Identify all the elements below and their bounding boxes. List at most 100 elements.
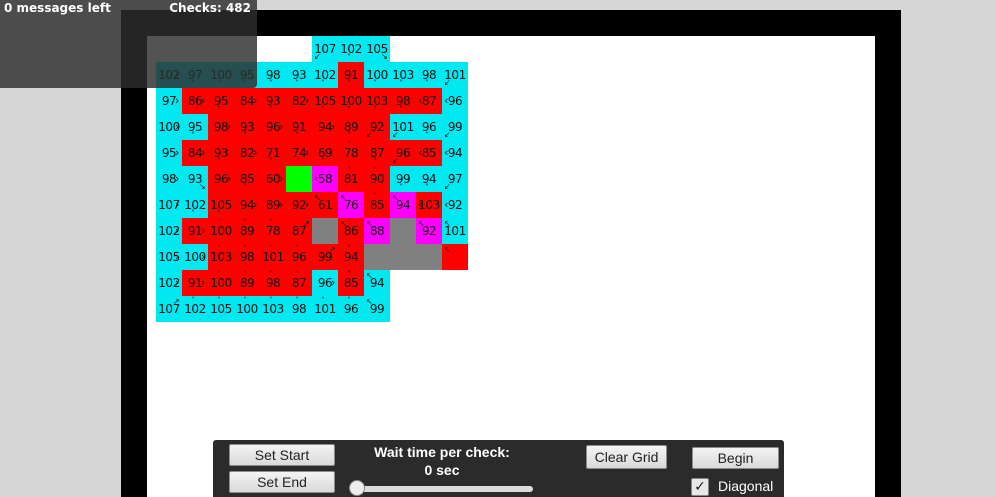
- grid-cell-open[interactable]: 100 ˄: [234, 296, 260, 322]
- grid-cell-closed[interactable]: 99 ↗: [312, 244, 338, 270]
- grid-cell-closed[interactable]: 96 ˄: [286, 244, 312, 270]
- grid-cell-closed[interactable]: 105 ˅: [312, 88, 338, 114]
- grid-cell-wall[interactable]: [416, 244, 442, 270]
- grid-cell-closed[interactable]: 98 ›: [208, 114, 234, 140]
- grid-cell-open[interactable]: 93 ↘: [182, 166, 208, 192]
- grid-cell-closed[interactable]: 85 ˄: [364, 192, 390, 218]
- grid-cell-open[interactable]: 94 ˅: [416, 166, 442, 192]
- grid-cell-start[interactable]: [286, 166, 312, 192]
- grid-cell-closed[interactable]: 91 ›: [182, 218, 208, 244]
- grid-cell-path[interactable]: 76 ↖: [338, 192, 364, 218]
- grid-cell-closed[interactable]: 94 ›: [312, 114, 338, 140]
- grid-cell-closed[interactable]: 85 ‹: [416, 140, 442, 166]
- grid-cell-closed[interactable]: 89 ˄: [234, 218, 260, 244]
- grid-cell-wall[interactable]: [312, 218, 338, 244]
- clear-grid-button[interactable]: Clear Grid: [586, 445, 667, 469]
- grid-cell-closed[interactable]: 82 ›: [234, 140, 260, 166]
- grid-cell-open[interactable]: 98 ›: [156, 166, 182, 192]
- grid-cell-closed[interactable]: 96 ›: [260, 114, 286, 140]
- grid-cell-closed[interactable]: 94 ˄: [338, 244, 364, 270]
- grid-cell-open[interactable]: 105 ↘: [364, 36, 390, 62]
- grid-cell-open[interactable]: 100 ›: [182, 244, 208, 270]
- grid-cell-open[interactable]: 98 ˅: [260, 62, 286, 88]
- grid-cell-closed[interactable]: 86 ↖: [338, 218, 364, 244]
- grid-cell-closed[interactable]: 92 ›: [286, 192, 312, 218]
- grid-cell-open[interactable]: 96 ˅: [416, 114, 442, 140]
- grid-cell-path[interactable]: 92 ↖: [416, 218, 442, 244]
- begin-button[interactable]: Begin: [692, 447, 779, 469]
- grid-cell-open[interactable]: 102 ˄: [182, 296, 208, 322]
- grid-cell-open[interactable]: 105 ›: [156, 244, 182, 270]
- grid-cell-open[interactable]: 94 ‹: [442, 140, 468, 166]
- grid-cell-open[interactable]: 101 ↖: [442, 218, 468, 244]
- grid-cell-closed[interactable]: 92 ↙: [364, 114, 390, 140]
- grid-cell-closed[interactable]: 103 ˅: [364, 88, 390, 114]
- grid-cell-closed[interactable]: 90 ˄: [364, 166, 390, 192]
- grid-cell-closed[interactable]: 93 ˅: [260, 88, 286, 114]
- grid-cell-wall[interactable]: [364, 244, 390, 270]
- grid-cell-open[interactable]: 102›: [156, 218, 182, 244]
- grid-cell-closed[interactable]: 89 ˅: [338, 114, 364, 140]
- grid-cell-open[interactable]: 102 ˅: [338, 36, 364, 62]
- grid-cell-open[interactable]: 99 ↖: [364, 296, 390, 322]
- grid-cell-open[interactable]: 102 ˅: [312, 62, 338, 88]
- grid-cell-open[interactable]: 96 ›: [312, 270, 338, 296]
- grid-cell-closed[interactable]: 91 ›: [182, 270, 208, 296]
- grid-cell-closed[interactable]: 96 ↙: [390, 140, 416, 166]
- grid-cell-closed[interactable]: 93 ˅: [208, 140, 234, 166]
- grid-cell-closed[interactable]: 101 ˄: [260, 244, 286, 270]
- grid-cell-open[interactable]: 98 ˄: [286, 296, 312, 322]
- grid-cell-closed[interactable]: 84 ›: [234, 88, 260, 114]
- grid-cell-closed[interactable]: 95 ˅: [208, 88, 234, 114]
- grid-cell-closed[interactable]: 98 ˄: [260, 270, 286, 296]
- grid-cell-open[interactable]: 107 ↗: [156, 296, 182, 322]
- grid-cell-closed[interactable]: 86 ›: [182, 88, 208, 114]
- grid-cell-closed[interactable]: 98 ˅: [390, 88, 416, 114]
- grid-cell-closed[interactable]: 87 ˅: [364, 140, 390, 166]
- grid-cell-closed[interactable]: 69 ˅: [312, 140, 338, 166]
- grid-canvas[interactable]: 107↙102˅105↘102›97˅100˅95˅98˅93˅102˅91˅1…: [147, 36, 875, 497]
- grid-cell-open[interactable]: 95 ›: [156, 140, 182, 166]
- grid-cell-closed[interactable]: ↖: [442, 244, 468, 270]
- set-start-button[interactable]: Set Start: [229, 444, 335, 466]
- grid-cell-closed[interactable]: 60 ›: [260, 166, 286, 192]
- grid-cell-path[interactable]: 94 ↖: [390, 192, 416, 218]
- grid-cell-open[interactable]: 101 ↙: [442, 62, 468, 88]
- grid-cell-closed[interactable]: 98 ˄: [234, 244, 260, 270]
- grid-cell-closed[interactable]: 84 ›: [182, 140, 208, 166]
- grid-cell-closed[interactable]: 81 ˄: [338, 166, 364, 192]
- grid-cell-closed[interactable]: 71 ˅: [260, 140, 286, 166]
- grid-cell-closed[interactable]: 94 ›: [234, 192, 260, 218]
- grid-cell-open[interactable]: 99 ↙: [442, 114, 468, 140]
- grid-cell-closed[interactable]: 78 ˄: [260, 218, 286, 244]
- grid-cell-closed[interactable]: 100 ˄: [208, 270, 234, 296]
- grid-cell-wall[interactable]: [390, 244, 416, 270]
- grid-cell-path[interactable]: 58 ‹: [312, 166, 338, 192]
- grid-cell-closed[interactable]: 96 ›: [208, 166, 234, 192]
- grid-cell-open[interactable]: 97 ↙: [442, 166, 468, 192]
- grid-cell-closed[interactable]: 103 ˄: [208, 244, 234, 270]
- grid-cell-open[interactable]: 98 ˅: [416, 62, 442, 88]
- grid-cell-closed[interactable]: 82 ›: [286, 88, 312, 114]
- diagonal-checkbox[interactable]: ✓: [691, 478, 709, 496]
- grid-cell-closed[interactable]: 100 ˅: [338, 88, 364, 114]
- grid-cell-open[interactable]: 102 ˅: [182, 192, 208, 218]
- grid-cell-path[interactable]: 88 ↖: [364, 218, 390, 244]
- grid-cell-open[interactable]: 96 ˄: [338, 296, 364, 322]
- grid-cell-open[interactable]: 94 ↖: [364, 270, 390, 296]
- wait-time-slider-thumb[interactable]: [349, 480, 365, 496]
- grid-cell-open[interactable]: 102›: [156, 270, 182, 296]
- grid-cell-closed[interactable]: 87 ˄: [286, 270, 312, 296]
- grid-cell-closed[interactable]: 91 ˅: [338, 62, 364, 88]
- grid-cell-wall[interactable]: [390, 218, 416, 244]
- grid-cell-closed[interactable]: 78 ˄: [338, 140, 364, 166]
- grid-cell-open[interactable]: 101 ↙: [390, 114, 416, 140]
- grid-cell-closed[interactable]: 87 ↗: [286, 218, 312, 244]
- wait-time-slider[interactable]: [356, 486, 533, 492]
- grid-cell-closed[interactable]: 89 ˄: [234, 270, 260, 296]
- grid-cell-open[interactable]: 103 ˅: [390, 62, 416, 88]
- grid-cell-open[interactable]: 93 ˅: [286, 62, 312, 88]
- grid-cell-closed[interactable]: 105 ˅: [208, 192, 234, 218]
- grid-cell-closed[interactable]: 85 ˄: [338, 270, 364, 296]
- grid-cell-closed[interactable]: 103 ‹: [416, 192, 442, 218]
